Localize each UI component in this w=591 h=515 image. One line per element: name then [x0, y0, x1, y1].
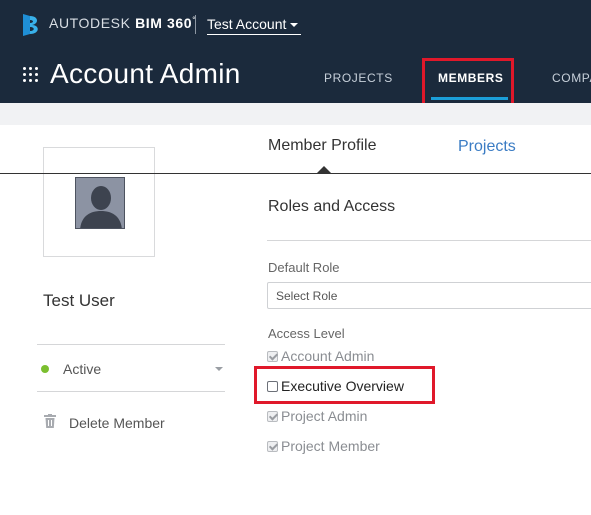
avatar-card: [43, 147, 155, 257]
checkbox-label: Account Admin: [281, 348, 375, 364]
account-selector[interactable]: Test Account: [207, 16, 301, 35]
user-silhouette-icon: [76, 178, 124, 228]
status-dropdown[interactable]: Active: [63, 361, 101, 377]
chevron-down-icon[interactable]: [215, 367, 223, 371]
checkbox: [267, 411, 278, 422]
divider: [37, 391, 225, 392]
nav-tab-projects[interactable]: PROJECTS: [324, 71, 393, 85]
brand-name: AUTODESK BIM 360°: [49, 15, 196, 31]
brand-prefix: AUTODESK: [49, 15, 131, 31]
divider: [37, 344, 225, 345]
brand-product: BIM 360: [135, 15, 193, 31]
nav-tab-companies[interactable]: COMPA: [552, 71, 591, 85]
trash-icon[interactable]: [44, 414, 56, 428]
access-level-label: Access Level: [268, 326, 345, 341]
default-role-label: Default Role: [268, 260, 340, 275]
tabs-divider: [0, 173, 591, 174]
executive-overview-highlight-box: [254, 366, 435, 404]
account-name: Test Account: [207, 16, 287, 32]
members-highlight-box: [422, 58, 514, 106]
default-role-placeholder: Select Role: [276, 289, 338, 303]
checkbox: [267, 441, 278, 452]
checkbox: [267, 351, 278, 362]
autodesk-logo-icon[interactable]: [22, 13, 40, 37]
page-title: Account Admin: [50, 58, 241, 89]
tab-member-profile[interactable]: Member Profile: [268, 137, 376, 155]
user-name: Test User: [43, 291, 115, 310]
header-spacer: [0, 103, 591, 125]
default-role-select[interactable]: Select Role: [267, 282, 591, 309]
checkbox-label: Project Member: [281, 438, 380, 454]
app-switcher-grid-icon[interactable]: [23, 67, 38, 82]
chevron-down-icon: [290, 23, 299, 28]
section-title: Roles and Access: [268, 198, 396, 215]
active-tab-pointer-icon: [317, 166, 331, 173]
checkbox-label: Project Admin: [281, 408, 368, 424]
tab-projects[interactable]: Projects: [458, 138, 516, 156]
delete-member-button[interactable]: Delete Member: [69, 415, 165, 431]
status-dot-icon: [41, 365, 49, 373]
header-divider: [195, 15, 196, 34]
avatar[interactable]: [75, 177, 125, 229]
divider: [267, 240, 591, 241]
